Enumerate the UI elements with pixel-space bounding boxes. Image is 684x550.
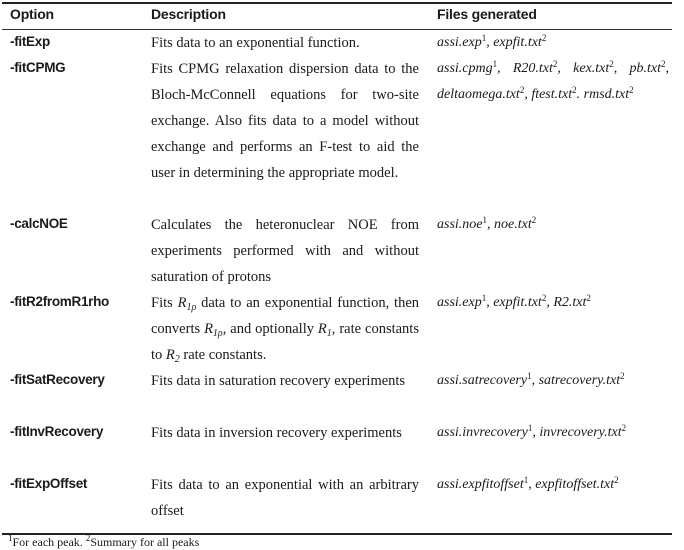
files-cell: assi.satrecovery1, satrecovery.txt2	[437, 371, 625, 389]
footnote-marker: 2	[541, 293, 547, 303]
footnote-marker: 2	[586, 293, 591, 303]
generated-file: assi.expfitoffset	[437, 477, 524, 492]
option-cell: -fitExpOffset	[10, 476, 88, 491]
files-cell: assi.cpmg1, R20.txt2, kex.txt2, pb.txt2,…	[437, 59, 670, 103]
footnote-marker: 2	[531, 215, 537, 225]
r2-symbol: R2	[165, 347, 180, 365]
header-option: Option	[10, 6, 54, 22]
description-cell: Fits data to an exponential function.	[151, 35, 360, 51]
generated-file: assi.noe	[437, 217, 483, 232]
r1-symbol: R1	[317, 321, 332, 339]
generated-file: kex.txt	[573, 61, 610, 76]
footnote-marker: 2	[614, 475, 619, 485]
generated-file: expfit.txt	[493, 35, 542, 50]
description-cell: Fits R1ρ data to an exponential function…	[151, 295, 419, 365]
files-cell: assi.expfitoffset1, expfitoffset.txt2	[437, 475, 619, 493]
footnote-marker: 1	[523, 475, 529, 485]
description-cell: Fits data to an exponential with an arbi…	[151, 477, 419, 519]
generated-file: R20.txt	[512, 61, 553, 76]
footnote-marker: 1	[481, 293, 487, 303]
generated-file: ftest.txt	[531, 87, 573, 102]
generated-file: assi.satrecovery	[437, 373, 528, 388]
generated-file: noe.txt	[494, 217, 532, 232]
description-cell: Fits data in inversion recovery experime…	[151, 425, 402, 441]
generated-file: rmsd.txt	[583, 87, 630, 102]
generated-file: satrecovery.txt	[538, 373, 621, 388]
files-cell: assi.exp1, expfit.txt2, R2.txt2	[437, 293, 591, 311]
generated-file: expfit.txt	[493, 295, 542, 310]
table-footnote: 1For each peak. 2Summary for all peaks	[8, 533, 200, 550]
option-cell: -fitInvRecovery	[10, 424, 104, 439]
option-cell: -fitCPMG	[10, 60, 66, 75]
option-cell: -fitSatRecovery	[10, 372, 105, 387]
generated-file: assi.exp	[437, 295, 482, 310]
r1rho-symbol: R1ρ	[204, 321, 223, 339]
footnote-marker: 2	[620, 371, 625, 381]
footnote-marker: 2	[541, 33, 547, 43]
table-top-rule	[2, 2, 672, 4]
footnote-marker: 1	[527, 371, 532, 381]
files-cell: assi.noe1, noe.txt2	[437, 215, 537, 233]
footnote-marker: 1	[482, 215, 488, 225]
footnote-marker: 2	[552, 59, 558, 69]
generated-file: assi.invrecovery	[437, 425, 528, 440]
generated-file: invrecovery.txt	[539, 425, 622, 440]
option-cell: -fitExp	[10, 34, 50, 49]
generated-file: expfitoffset.txt	[535, 477, 615, 492]
footnote-marker: 2	[519, 85, 525, 95]
description-cell: Fits CPMG relaxation dispersion data to …	[151, 61, 419, 181]
footnote-marker: 2	[629, 85, 634, 95]
footnote-marker: 2	[572, 85, 577, 95]
footnote-marker: 1	[527, 423, 533, 433]
option-cell: -fitR2fromR1rho	[10, 294, 109, 309]
footnote-marker: 2	[661, 59, 666, 69]
footnote-marker: 1	[492, 59, 498, 69]
r1rho-symbol: R1ρ	[177, 295, 197, 313]
generated-file: assi.cpmg	[437, 61, 493, 76]
header-files-generated: Files generated	[437, 6, 537, 22]
description-cell: Fits data in saturation recovery experim…	[151, 373, 406, 389]
generated-file: pb.txt	[629, 61, 662, 76]
option-cell: -calcNOE	[10, 216, 68, 231]
footnote-marker: 2	[621, 423, 627, 433]
generated-file: assi.exp	[437, 35, 482, 50]
generated-file: deltaomega.txt	[437, 87, 520, 102]
footnote-marker: 1	[481, 33, 487, 43]
header-description: Description	[151, 6, 226, 22]
generated-file: R2.txt	[553, 295, 587, 310]
files-cell: assi.exp1, expfit.txt2	[437, 33, 547, 51]
files-cell: assi.invrecovery1, invrecovery.txt2	[437, 423, 627, 441]
footnote-marker: 2	[609, 59, 614, 69]
description-cell: Calculates the heteronuclear NOE from ex…	[151, 217, 419, 285]
